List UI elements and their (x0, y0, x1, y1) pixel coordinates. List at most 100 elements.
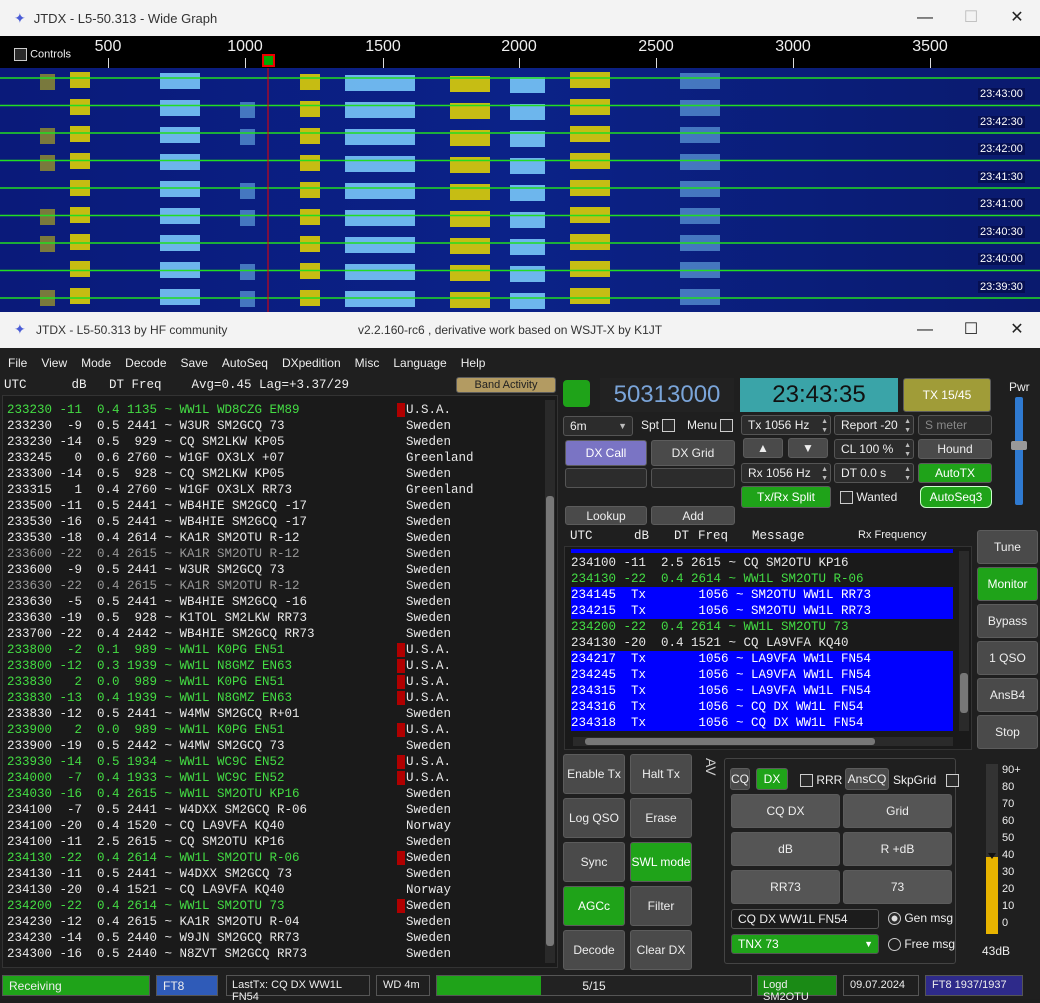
rx-freq-row[interactable]: 234215 Tx 1056 ~ SM2OTU WW1L RR73 (571, 603, 953, 619)
band-activity-row[interactable]: 234100 -11 2.5 2615 ~ CQ SM2OTU KP16 Swed… (7, 834, 557, 850)
freq-up-button[interactable]: ▲ (743, 438, 783, 458)
swl-mode-button[interactable]: SWL mode (630, 842, 692, 882)
power-slider[interactable] (1011, 397, 1027, 505)
band-activity-row[interactable]: 233245 0 0.6 2760 ~ W1GF OX3LX +07 Greenl… (7, 450, 557, 466)
band-activity-row[interactable]: 233500 -11 0.5 2441 ~ WB4HIE SM2GCQ -17 S… (7, 498, 557, 514)
rx-freq-row[interactable]: 234217 Tx 1056 ~ LA9VFA WW1L FN54 (571, 651, 953, 667)
band-activity-row[interactable]: 233630 -19 0.5 928 ~ K1TOL SM2LKW RR73 Sw… (7, 610, 557, 626)
band-activity-row[interactable]: 234000 -7 0.4 1933 ~ WW1L WC9C EN52 U.S.A… (7, 770, 557, 786)
band-activity-row[interactable]: 233800 -2 0.1 989 ~ WW1L K0PG EN51 U.S.A. (7, 642, 557, 658)
tx-freq-spinbox[interactable]: Tx 1056 Hz ▲ ▼ (741, 415, 831, 435)
maximize-icon[interactable]: ☐ (948, 312, 994, 348)
gen-msg-radio[interactable]: Gen msg (888, 911, 953, 926)
menu-mode[interactable]: Mode (81, 356, 111, 370)
menu-autoseq[interactable]: AutoSeq (222, 356, 268, 370)
band-activity-row[interactable]: 234130 -22 0.4 2614 ~ WW1L SM2OTU R-06 Sw… (7, 850, 557, 866)
menu-help[interactable]: Help (461, 356, 486, 370)
band-activity-panel[interactable]: 233230 -11 0.4 1135 ~ WW1L WD8CZG EM89 U.… (2, 395, 558, 968)
rx-freq-row[interactable]: 234130 -22 0.4 2614 ~ WW1L SM2OTU R-06 (571, 571, 953, 587)
band-activity-row[interactable]: 233600 -22 0.4 2615 ~ KA1R SM2OTU R-12 Sw… (7, 546, 557, 562)
band-activity-row[interactable]: 233530 -16 0.5 2441 ~ WB4HIE SM2GCQ -17 S… (7, 514, 557, 530)
rx-freq-row[interactable]: 234245 Tx 1056 ~ LA9VFA WW1L FN54 (571, 667, 953, 683)
controls-checkbox[interactable]: Controls (14, 48, 71, 61)
close-icon[interactable]: ✕ (994, 0, 1040, 36)
log-qso-button[interactable]: Log QSO (563, 798, 625, 838)
tx-message-input[interactable]: CQ DX WW1L FN54 (731, 909, 879, 929)
rx-freq-row[interactable]: 234130 -20 0.4 1521 ~ CQ LA9VFA KQ40 (571, 635, 953, 651)
dx-grid-input[interactable] (651, 468, 735, 488)
rx-freq-row[interactable]: 234318 Tx 1056 ~ CQ DX WW1L FN54 (571, 715, 953, 731)
frequency-display[interactable]: 50313000 (600, 378, 734, 412)
minimize-icon[interactable]: — (902, 312, 948, 348)
anscq-button[interactable]: AnsCQ (845, 768, 889, 790)
clear-dx-button[interactable]: Clear DX (630, 930, 692, 970)
rrr-checkbox[interactable]: RRR (800, 773, 842, 788)
lookup-button[interactable]: Lookup (565, 506, 647, 525)
wanted-checkbox[interactable]: Wanted (840, 490, 897, 505)
skpgrid-checkbox-box[interactable] (945, 774, 959, 788)
rx-freq-spinbox[interactable]: Rx 1056 Hz ▲ ▼ (741, 463, 831, 483)
grid-button[interactable]: Grid (843, 794, 952, 828)
power-slider-handle[interactable] (1011, 441, 1027, 450)
tx-slot-button[interactable]: TX 15/45 (903, 378, 991, 412)
spt-checkbox[interactable]: Spt (641, 418, 676, 433)
enable-tx-button[interactable]: Enable Tx (563, 754, 625, 794)
menu-misc[interactable]: Misc (355, 356, 380, 370)
agcc-button[interactable]: AGCc (563, 886, 625, 926)
side-button-tune[interactable]: Tune (977, 530, 1038, 564)
rx-freq-panel[interactable]: 234100 -11 2.5 2615 ~ CQ SM2OTU KP16 2341… (564, 546, 972, 750)
band-activity-row[interactable]: 233230 -9 0.5 2441 ~ W3UR SM2GCQ 73 Swede… (7, 418, 557, 434)
menu-checkbox-box[interactable] (720, 419, 734, 433)
menu-view[interactable]: View (41, 356, 67, 370)
smeter-field[interactable]: S meter (918, 415, 992, 435)
dx-call-button[interactable]: DX Call (565, 440, 647, 466)
band-activity-row[interactable]: 234100 -7 0.5 2441 ~ W4DXX SM2GCQ R-06 Sw… (7, 802, 557, 818)
menu-dxpedition[interactable]: DXpedition (282, 356, 341, 370)
rx-freq-row[interactable]: 234145 Tx 1056 ~ SM2OTU WW1L RR73 (571, 587, 953, 603)
add-button[interactable]: Add (651, 506, 735, 525)
rx-freq-vscrollbar[interactable] (959, 551, 969, 731)
maximize-icon[interactable]: ☐ (948, 0, 994, 36)
minimize-icon[interactable]: — (902, 0, 948, 36)
halt-tx-button[interactable]: Halt Tx (630, 754, 692, 794)
spt-checkbox-box[interactable] (662, 419, 676, 433)
free-msg-select[interactable]: TNX 73 ▼ (731, 934, 879, 954)
band-activity-row[interactable]: 233900 -19 0.5 2442 ~ W4MW SM2GCQ 73 Swed… (7, 738, 557, 754)
rx-freq-hscrollbar[interactable] (573, 737, 953, 746)
autoseq3-button[interactable]: AutoSeq3 (920, 486, 992, 508)
band-activity-row[interactable]: 234200 -22 0.4 2614 ~ WW1L SM2OTU 73 Swed… (7, 898, 557, 914)
freq-down-button[interactable]: ▼ (788, 438, 828, 458)
dx-call-input[interactable] (565, 468, 647, 488)
band-activity-row[interactable]: 233230 -14 0.5 929 ~ CQ SM2LKW KP05 Swede… (7, 434, 557, 450)
band-activity-row[interactable]: 234230 -12 0.4 2615 ~ KA1R SM2OTU R-04 Sw… (7, 914, 557, 930)
controls-checkbox-box[interactable] (14, 48, 27, 61)
band-activity-row[interactable]: 233830 2 0.0 989 ~ WW1L K0PG EN51 U.S.A. (7, 674, 557, 690)
band-activity-row[interactable]: 233315 1 0.4 2760 ~ W1GF OX3LX RR73 Green… (7, 482, 557, 498)
band-activity-row[interactable]: 234230 -14 0.5 2440 ~ W9JN SM2GCQ RR73 Sw… (7, 930, 557, 946)
skpgrid-checkbox[interactable]: SkpGrid (893, 773, 959, 788)
band-activity-row[interactable]: 233830 -13 0.4 1939 ~ WW1L N8GMZ EN63 U.S… (7, 690, 557, 706)
band-activity-row[interactable]: 233930 -14 0.5 1934 ~ WW1L WC9C EN52 U.S.… (7, 754, 557, 770)
band-activity-button[interactable]: Band Activity (456, 377, 556, 393)
band-activity-scrollbar[interactable] (545, 400, 555, 963)
db-button[interactable]: dB (731, 832, 840, 866)
band-activity-row[interactable]: 233900 2 0.0 989 ~ WW1L K0PG EN51 U.S.A. (7, 722, 557, 738)
menu-decode[interactable]: Decode (125, 356, 166, 370)
rr73-button[interactable]: RR73 (731, 870, 840, 904)
cq-button[interactable]: CQ (730, 768, 750, 790)
cq-dx-button[interactable]: CQ DX (731, 794, 840, 828)
rx-freq-row[interactable]: 234200 -22 0.4 2614 ~ WW1L SM2OTU 73 (571, 619, 953, 635)
band-activity-row[interactable]: 233600 -9 0.5 2441 ~ W3UR SM2GCQ 73 Swede… (7, 562, 557, 578)
rrr-checkbox-box[interactable] (800, 774, 813, 788)
band-activity-row[interactable]: 233830 -12 0.5 2441 ~ W4MW SM2GCQ R+01 Sw… (7, 706, 557, 722)
rx-freq-row[interactable]: 234315 Tx 1056 ~ LA9VFA WW1L FN54 (571, 683, 953, 699)
band-activity-row[interactable]: 233630 -22 0.4 2615 ~ KA1R SM2OTU R-12 Sw… (7, 578, 557, 594)
dt-spinbox[interactable]: DT 0.0 s ▲ ▼ (834, 463, 914, 483)
filter-button[interactable]: Filter (630, 886, 692, 926)
side-button-bypass[interactable]: Bypass (977, 604, 1038, 638)
free-msg-radio[interactable]: Free msg (888, 937, 955, 952)
side-button-1-qso[interactable]: 1 QSO (977, 641, 1038, 675)
band-activity-row[interactable]: 234130 -20 0.4 1521 ~ CQ LA9VFA KQ40 Norw… (7, 882, 557, 898)
wanted-checkbox-box[interactable] (840, 491, 853, 505)
band-activity-row[interactable]: 234130 -11 0.5 2441 ~ W4DXX SM2GCQ 73 Swe… (7, 866, 557, 882)
